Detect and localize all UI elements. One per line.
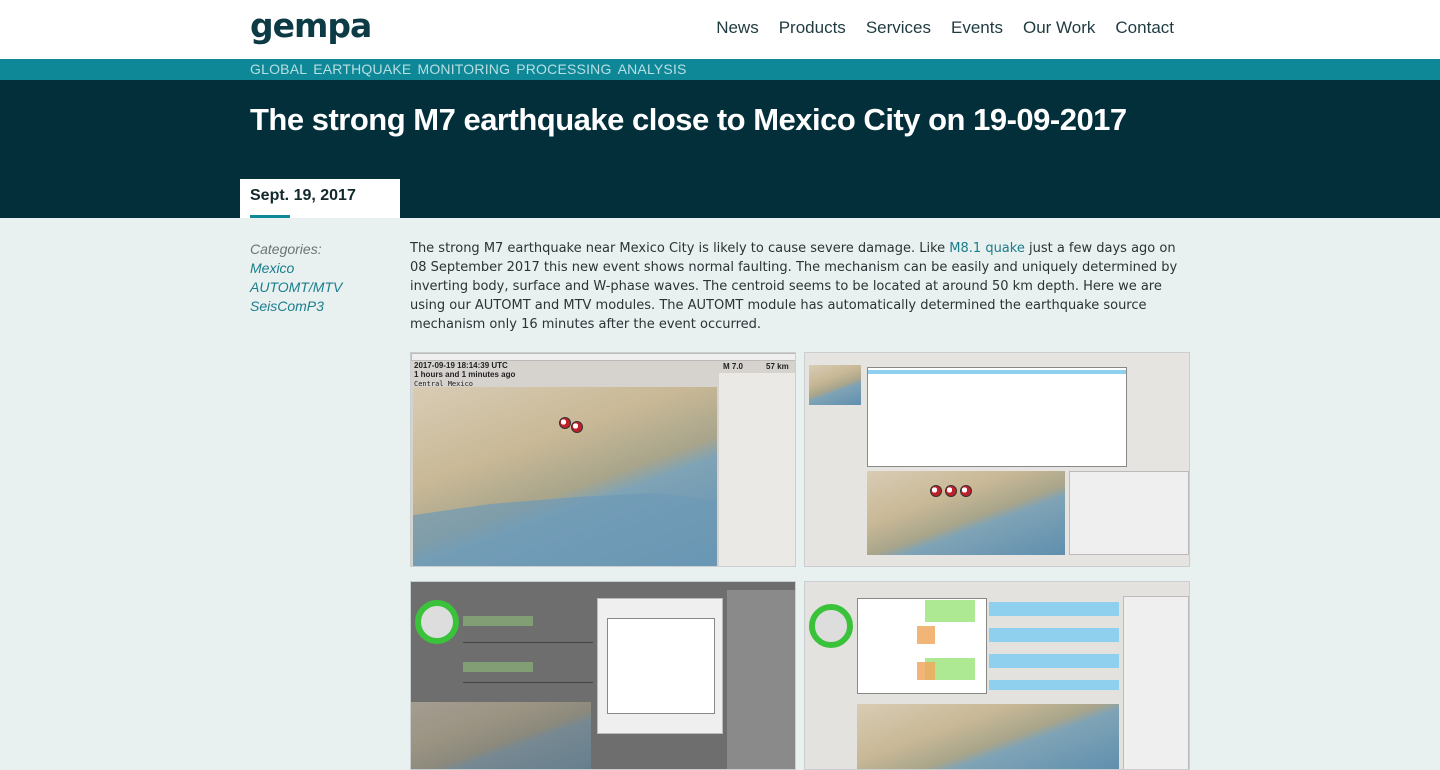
tagline-word: ANALYSIS <box>617 61 687 77</box>
origin-info-panel <box>1069 471 1189 555</box>
waveform-trace <box>463 682 593 683</box>
category-link-mexico[interactable]: Mexico <box>250 259 342 278</box>
date-underline <box>250 215 290 218</box>
screenshot-depth-search[interactable] <box>410 581 796 770</box>
overview-map <box>809 365 861 405</box>
tagline-word: PROCESSING <box>516 61 612 77</box>
site-header: gempa News Products Services Events Our … <box>0 0 1440 59</box>
date-tab: Sept. 19, 2017 <box>240 179 400 218</box>
article-body: The strong M7 earthquake near Mexico Cit… <box>410 239 1190 334</box>
beachball-icon <box>945 485 957 497</box>
category-link-automt[interactable]: AUTOMT/MTV <box>250 278 342 297</box>
trace-window <box>463 662 533 672</box>
beachball-icon <box>571 421 583 433</box>
screenshot-waveform-fit[interactable] <box>804 581 1190 770</box>
main-nav: News Products Services Events Our Work C… <box>716 18 1174 38</box>
event-table <box>867 367 1127 467</box>
article-text: The strong M7 earthquake near Mexico Cit… <box>410 241 950 256</box>
region-map <box>867 471 1065 555</box>
nav-news[interactable]: News <box>716 18 759 38</box>
trace-window <box>463 616 533 626</box>
tagline-word: EARTHQUAKE <box>313 61 412 77</box>
event-ago: 1 hours and 1 minutes ago <box>414 370 516 379</box>
fit-row <box>989 654 1119 668</box>
site-logo[interactable]: gempa <box>250 6 372 45</box>
event-time: 2017-09-19 18:14:39 UTC <box>414 361 508 370</box>
pick-marker <box>917 662 935 680</box>
page-title: The strong M7 earthquake close to Mexico… <box>250 102 1127 137</box>
beachball-icon <box>559 417 571 429</box>
fit-row <box>989 680 1119 690</box>
depth-search-graph <box>607 618 715 714</box>
category-link-seiscomp[interactable]: SeisComP3 <box>250 297 342 316</box>
waveform-trace <box>463 642 593 643</box>
event-depth: 57 km <box>766 362 789 371</box>
nav-contact[interactable]: Contact <box>1115 18 1174 38</box>
tagline: GLOBAL EARTHQUAKE MONITORING PROCESSING … <box>250 61 687 77</box>
station-map <box>411 702 591 769</box>
fit-window <box>925 600 975 622</box>
nav-products[interactable]: Products <box>779 18 846 38</box>
mechanism-sphere <box>415 600 459 644</box>
event-magnitude: M 7.0 <box>723 362 744 371</box>
side-controls <box>1123 596 1189 769</box>
tagline-strip: GLOBAL EARTHQUAKE MONITORING PROCESSING … <box>0 59 1440 80</box>
side-controls <box>727 590 795 769</box>
fit-row <box>989 628 1119 642</box>
nav-services[interactable]: Services <box>866 18 931 38</box>
tagline-word: GLOBAL <box>250 61 308 77</box>
categories-label: Categories: <box>250 241 322 257</box>
screenshot-event-list[interactable] <box>804 352 1190 567</box>
nav-events[interactable]: Events <box>951 18 1003 38</box>
beachball-icon <box>930 485 942 497</box>
tagline-word: MONITORING <box>417 61 511 77</box>
tab-strip <box>411 353 795 361</box>
m81-quake-link[interactable]: M8.1 quake <box>949 241 1025 256</box>
categories: Categories: Mexico AUTOMT/MTV SeisComP3 <box>250 240 342 316</box>
screenshot-event-summary[interactable]: 2017-09-19 18:14:39 UTC 1 hours and 1 mi… <box>410 352 796 567</box>
beachball-icon <box>960 485 972 497</box>
nav-our-work[interactable]: Our Work <box>1023 18 1095 38</box>
fit-row <box>989 602 1119 616</box>
station-map <box>857 704 1119 769</box>
mechanism-sphere <box>809 604 853 648</box>
hero-banner: The strong M7 earthquake close to Mexico… <box>0 80 1440 218</box>
post-date: Sept. 19, 2017 <box>250 187 356 204</box>
event-info-panel <box>719 373 795 566</box>
selected-row <box>868 370 1126 374</box>
pick-marker <box>917 626 935 644</box>
